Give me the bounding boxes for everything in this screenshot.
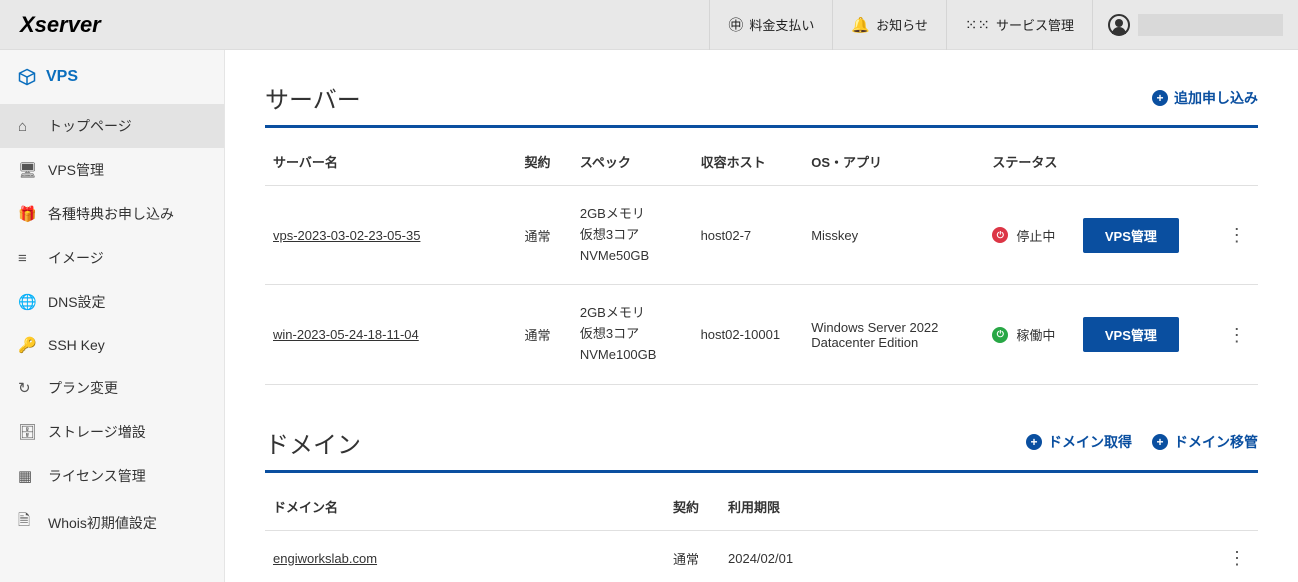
domain-contract: 通常 <box>665 530 720 582</box>
domains-title: ドメイン <box>265 425 1006 460</box>
col-spec: スペック <box>572 138 693 186</box>
vps-manage-button[interactable]: VPS管理 <box>1083 218 1179 253</box>
sidebar-item-8[interactable]: ▦ ライセンス管理 <box>0 454 224 498</box>
col-status: ステータス <box>984 138 1075 186</box>
sidebar-item-0[interactable]: ⌂ トップページ <box>0 104 224 148</box>
plus-icon: + <box>1152 434 1168 450</box>
server-status: ⏻停止中 <box>992 226 1067 245</box>
server-contract: 通常 <box>517 285 572 384</box>
col-host: 収容ホスト <box>693 138 804 186</box>
col-domain-contract: 契約 <box>665 483 720 531</box>
sidebar-item-label: プラン変更 <box>48 378 118 398</box>
more-menu-icon[interactable]: ⋮ <box>1224 544 1250 572</box>
nav-service[interactable]: ⁙⁙サービス管理 <box>946 0 1092 50</box>
server-spec: 2GBメモリ仮想3コアNVMe100GB <box>572 285 693 384</box>
cube-icon <box>18 68 36 86</box>
col-domain-expiry: 利用期限 <box>720 483 1216 531</box>
domains-table: ドメイン名 契約 利用期限 engiworkslab.com 通常2024/02/… <box>265 483 1258 582</box>
nav-icon-4: 🌐 <box>18 293 38 311</box>
status-icon: ⏻ <box>992 227 1008 243</box>
nav-notice[interactable]: 🔔お知らせ <box>832 0 945 50</box>
sidebar-item-1[interactable]: 🖥 VPS管理 <box>0 148 224 192</box>
more-menu-icon[interactable]: ⋮ <box>1224 321 1250 349</box>
server-host: host02-10001 <box>693 285 804 384</box>
plus-icon: + <box>1152 90 1168 106</box>
server-osapp: Misskey <box>803 186 984 285</box>
sidebar-title[interactable]: VPS <box>0 50 224 104</box>
domains-section: ドメイン +ドメイン取得 +ドメイン移管 ドメイン名 契約 利用期限 engiw… <box>265 425 1258 582</box>
nav-icon-1: 🖥 <box>18 161 38 179</box>
sidebar-item-label: VPS管理 <box>48 160 104 180</box>
servers-table: サーバー名 契約 スペック 収容ホスト OS・アプリ ステータス vps-202… <box>265 138 1258 385</box>
servers-title: サーバー <box>265 80 1132 115</box>
col-domain-name: ドメイン名 <box>265 483 665 531</box>
nav-payment[interactable]: ㊥料金支払い <box>709 0 832 50</box>
server-status: ⏻稼働中 <box>992 325 1067 344</box>
col-server-name: サーバー名 <box>265 138 517 186</box>
more-menu-icon[interactable]: ⋮ <box>1224 221 1250 249</box>
sidebar-item-9[interactable]: 🗎 Whois初期値設定 <box>0 498 224 547</box>
main-content: サーバー +追加申し込み サーバー名 契約 スペック 収容ホスト OS・アプリ … <box>225 50 1298 582</box>
sidebar-item-label: イメージ <box>48 248 104 268</box>
nav-icon-5: 🔑 <box>18 336 38 354</box>
sidebar-item-2[interactable]: 🎁 各種特典お申し込み <box>0 192 224 236</box>
nav-icon-0: ⌂ <box>18 118 38 135</box>
nav-icon-9: 🗎 <box>18 510 38 535</box>
sidebar-item-6[interactable]: ↻ プラン変更 <box>0 366 224 410</box>
plus-icon: + <box>1026 434 1042 450</box>
nav-icon-2: 🎁 <box>18 205 38 223</box>
user-name-redacted <box>1138 14 1283 36</box>
domain-row: engiworkslab.com 通常2024/02/01 ⋮ <box>265 530 1258 582</box>
domain-name-link[interactable]: engiworkslab.com <box>273 551 377 566</box>
top-header: Xserver ㊥料金支払い 🔔お知らせ ⁙⁙サービス管理 <box>0 0 1298 50</box>
transfer-domain-button[interactable]: +ドメイン移管 <box>1152 432 1258 452</box>
status-icon: ⏻ <box>992 327 1008 343</box>
sidebar-item-5[interactable]: 🔑 SSH Key <box>0 324 224 366</box>
col-contract: 契約 <box>517 138 572 186</box>
col-osapp: OS・アプリ <box>803 138 984 186</box>
server-osapp: Windows Server 2022 Datacenter Edition <box>803 285 984 384</box>
grid-icon: ⁙⁙ <box>965 16 990 34</box>
nav-user[interactable] <box>1092 0 1298 50</box>
sidebar-item-label: DNS設定 <box>48 292 106 312</box>
server-row: win-2023-05-24-18-11-04 通常2GBメモリ仮想3コアNVMe… <box>265 285 1258 384</box>
nav-icon-8: ▦ <box>18 467 38 485</box>
sidebar: VPS ⌂ トップページ 🖥 VPS管理 🎁 各種特典お申し込み ≡ イメージ 🌐 DNS設定 🔑 S… <box>0 50 225 582</box>
add-server-button[interactable]: +追加申し込み <box>1152 88 1258 108</box>
sidebar-item-label: ストレージ増設 <box>48 422 146 442</box>
vps-manage-button[interactable]: VPS管理 <box>1083 317 1179 352</box>
nav-icon-3: ≡ <box>18 250 38 267</box>
server-name-link[interactable]: vps-2023-03-02-23-05-35 <box>273 228 420 243</box>
bell-icon: 🔔 <box>851 16 870 34</box>
sidebar-item-label: SSH Key <box>48 337 105 353</box>
logo: Xserver <box>0 12 225 38</box>
server-host: host02-7 <box>693 186 804 285</box>
domain-expiry: 2024/02/01 <box>720 530 1216 582</box>
avatar-icon <box>1108 14 1130 36</box>
server-spec: 2GBメモリ仮想3コアNVMe50GB <box>572 186 693 285</box>
server-name-link[interactable]: win-2023-05-24-18-11-04 <box>273 327 419 342</box>
sidebar-item-label: トップページ <box>48 116 132 136</box>
sidebar-item-label: ライセンス管理 <box>48 466 146 486</box>
sidebar-item-3[interactable]: ≡ イメージ <box>0 236 224 280</box>
server-row: vps-2023-03-02-23-05-35 通常2GBメモリ仮想3コアNVMe… <box>265 186 1258 285</box>
sidebar-item-label: 各種特典お申し込み <box>48 204 174 224</box>
sidebar-item-4[interactable]: 🌐 DNS設定 <box>0 280 224 324</box>
get-domain-button[interactable]: +ドメイン取得 <box>1026 432 1132 452</box>
sidebar-item-label: Whois初期値設定 <box>48 513 157 533</box>
server-contract: 通常 <box>517 186 572 285</box>
nav-icon-7: 🗄 <box>18 423 38 441</box>
servers-section: サーバー +追加申し込み サーバー名 契約 スペック 収容ホスト OS・アプリ … <box>265 80 1258 385</box>
yen-icon: ㊥ <box>728 14 743 35</box>
sidebar-item-7[interactable]: 🗄 ストレージ増設 <box>0 410 224 454</box>
nav-icon-6: ↻ <box>18 379 38 397</box>
